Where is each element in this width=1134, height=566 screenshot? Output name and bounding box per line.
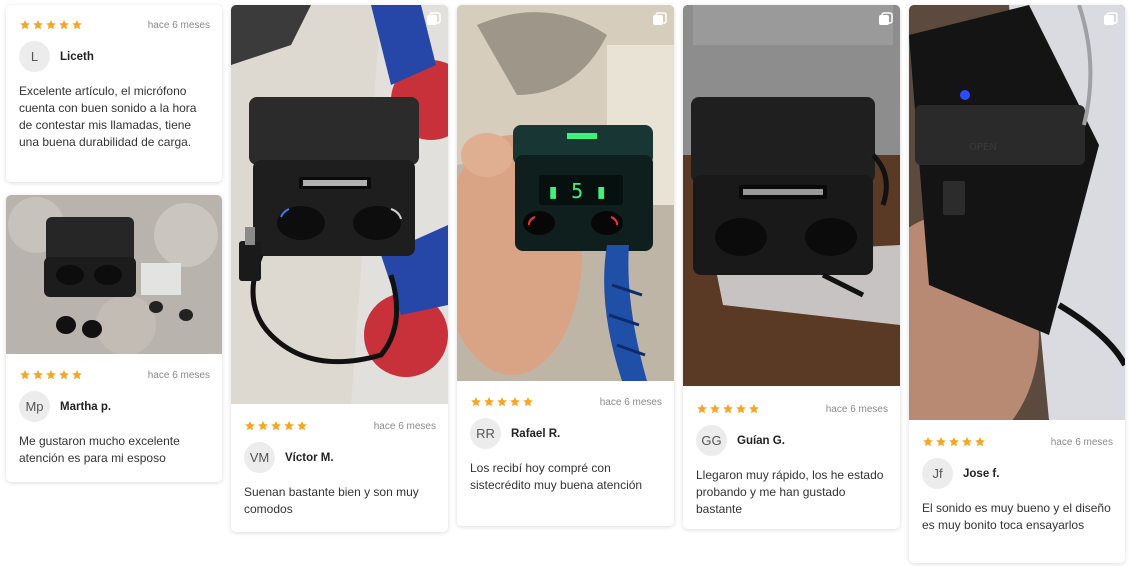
star-icon xyxy=(961,436,973,448)
review-author-row: RR Rafael R. xyxy=(470,418,662,449)
star-icon xyxy=(19,369,31,381)
review-card[interactable]: hace 6 meses GG Guían G. Llegaron muy rá… xyxy=(683,5,900,529)
author-name: Guían G. xyxy=(737,434,785,447)
review-date: hace 6 meses xyxy=(825,403,888,415)
star-icon xyxy=(58,369,70,381)
multiple-photos-icon xyxy=(1103,12,1118,27)
avatar: L xyxy=(19,41,50,72)
review-text: Excelente artículo, el micrófono cuenta … xyxy=(19,84,197,149)
earbuds-box-photo xyxy=(6,195,222,354)
review-header: hace 6 meses xyxy=(696,399,888,419)
svg-text:▮ 5 ▮: ▮ 5 ▮ xyxy=(547,179,607,203)
review-header: hace 6 meses xyxy=(19,365,210,385)
star-rating xyxy=(922,436,986,448)
star-icon xyxy=(509,396,521,408)
star-icon xyxy=(470,396,482,408)
review-card[interactable]: hace 6 meses Mp Martha p. Me gustaron mu… xyxy=(6,195,222,482)
star-rating xyxy=(244,420,308,432)
review-photo[interactable]: OPEN xyxy=(909,5,1125,420)
star-icon xyxy=(19,19,31,31)
star-icon xyxy=(496,396,508,408)
multiple-photos-icon xyxy=(652,12,667,27)
star-icon xyxy=(974,436,986,448)
review-text: Me gustaron mucho excelente atención es … xyxy=(19,434,180,465)
review-author-row: Jf Jose f. xyxy=(922,458,1113,489)
review-date: hace 6 meses xyxy=(373,420,436,432)
review-author-row: Mp Martha p. xyxy=(19,391,210,422)
author-name: Martha p. xyxy=(60,400,112,413)
star-icon xyxy=(296,420,308,432)
author-name: Rafael R. xyxy=(511,427,561,440)
review-date: hace 6 meses xyxy=(147,369,210,381)
star-icon xyxy=(722,403,734,415)
star-icon xyxy=(696,403,708,415)
review-card[interactable]: hace 6 meses L Liceth Excelente artículo… xyxy=(6,5,222,182)
star-icon xyxy=(45,369,57,381)
star-rating xyxy=(19,19,83,31)
star-icon xyxy=(244,420,256,432)
star-icon xyxy=(948,436,960,448)
star-icon xyxy=(71,19,83,31)
multiple-photos-icon xyxy=(878,12,893,27)
review-card[interactable]: ▮ 5 ▮ hace 6 meses RR Rafael R. Los reci… xyxy=(457,5,674,526)
author-name: Víctor M. xyxy=(285,451,334,464)
star-rating xyxy=(696,403,760,415)
review-date: hace 6 meses xyxy=(1050,436,1113,448)
author-name: Liceth xyxy=(60,50,94,63)
star-icon xyxy=(922,436,934,448)
star-icon xyxy=(935,436,947,448)
star-icon xyxy=(270,420,282,432)
earbuds-case-in-hand-photo: ▮ 5 ▮ xyxy=(457,5,674,381)
avatar: RR xyxy=(470,418,501,449)
review-author-row: L Liceth xyxy=(19,41,210,72)
star-icon xyxy=(58,19,70,31)
star-icon xyxy=(522,396,534,408)
review-text: Llegaron muy rápido, los he estado proba… xyxy=(696,468,884,516)
star-icon xyxy=(71,369,83,381)
review-date: hace 6 meses xyxy=(147,19,210,31)
star-rating xyxy=(19,369,83,381)
review-header: hace 6 meses xyxy=(19,15,210,35)
avatar: GG xyxy=(696,425,727,456)
review-text: Los recibí hoy compré con sistecrédito m… xyxy=(470,461,643,492)
review-author-row: GG Guían G. xyxy=(696,425,888,456)
star-icon xyxy=(32,369,44,381)
review-photo[interactable] xyxy=(683,5,900,386)
review-header: hace 6 meses xyxy=(470,392,662,412)
star-icon xyxy=(735,403,747,415)
star-icon xyxy=(709,403,721,415)
multiple-photos-icon xyxy=(426,12,441,27)
author-name: Jose f. xyxy=(963,467,1000,480)
avatar: VM xyxy=(244,442,275,473)
review-card[interactable]: OPEN hace 6 meses Jf Jose f. El sonido e… xyxy=(909,5,1125,563)
charging-case-closeup-photo: OPEN xyxy=(909,5,1125,420)
star-rating xyxy=(470,396,534,408)
review-header: hace 6 meses xyxy=(922,432,1113,452)
avatar: Mp xyxy=(19,391,50,422)
review-date: hace 6 meses xyxy=(599,396,662,408)
review-card[interactable]: hace 6 meses VM Víctor M. Suenan bastant… xyxy=(231,5,448,532)
svg-text:OPEN: OPEN xyxy=(969,142,997,153)
review-text: Suenan bastante bien y son muy comodos xyxy=(244,485,419,516)
star-icon xyxy=(32,19,44,31)
avatar: Jf xyxy=(922,458,953,489)
review-photo[interactable] xyxy=(6,195,222,354)
star-icon xyxy=(483,396,495,408)
review-photo[interactable] xyxy=(231,5,448,404)
review-author-row: VM Víctor M. xyxy=(244,442,436,473)
star-icon xyxy=(45,19,57,31)
star-icon xyxy=(257,420,269,432)
review-photo[interactable]: ▮ 5 ▮ xyxy=(457,5,674,381)
earbuds-case-on-blanket-photo xyxy=(231,5,448,404)
review-text: El sonido es muy bueno y el diseño es mu… xyxy=(922,501,1111,532)
star-icon xyxy=(283,420,295,432)
star-icon xyxy=(748,403,760,415)
earbuds-case-on-desk-photo xyxy=(683,5,900,386)
review-header: hace 6 meses xyxy=(244,416,436,436)
